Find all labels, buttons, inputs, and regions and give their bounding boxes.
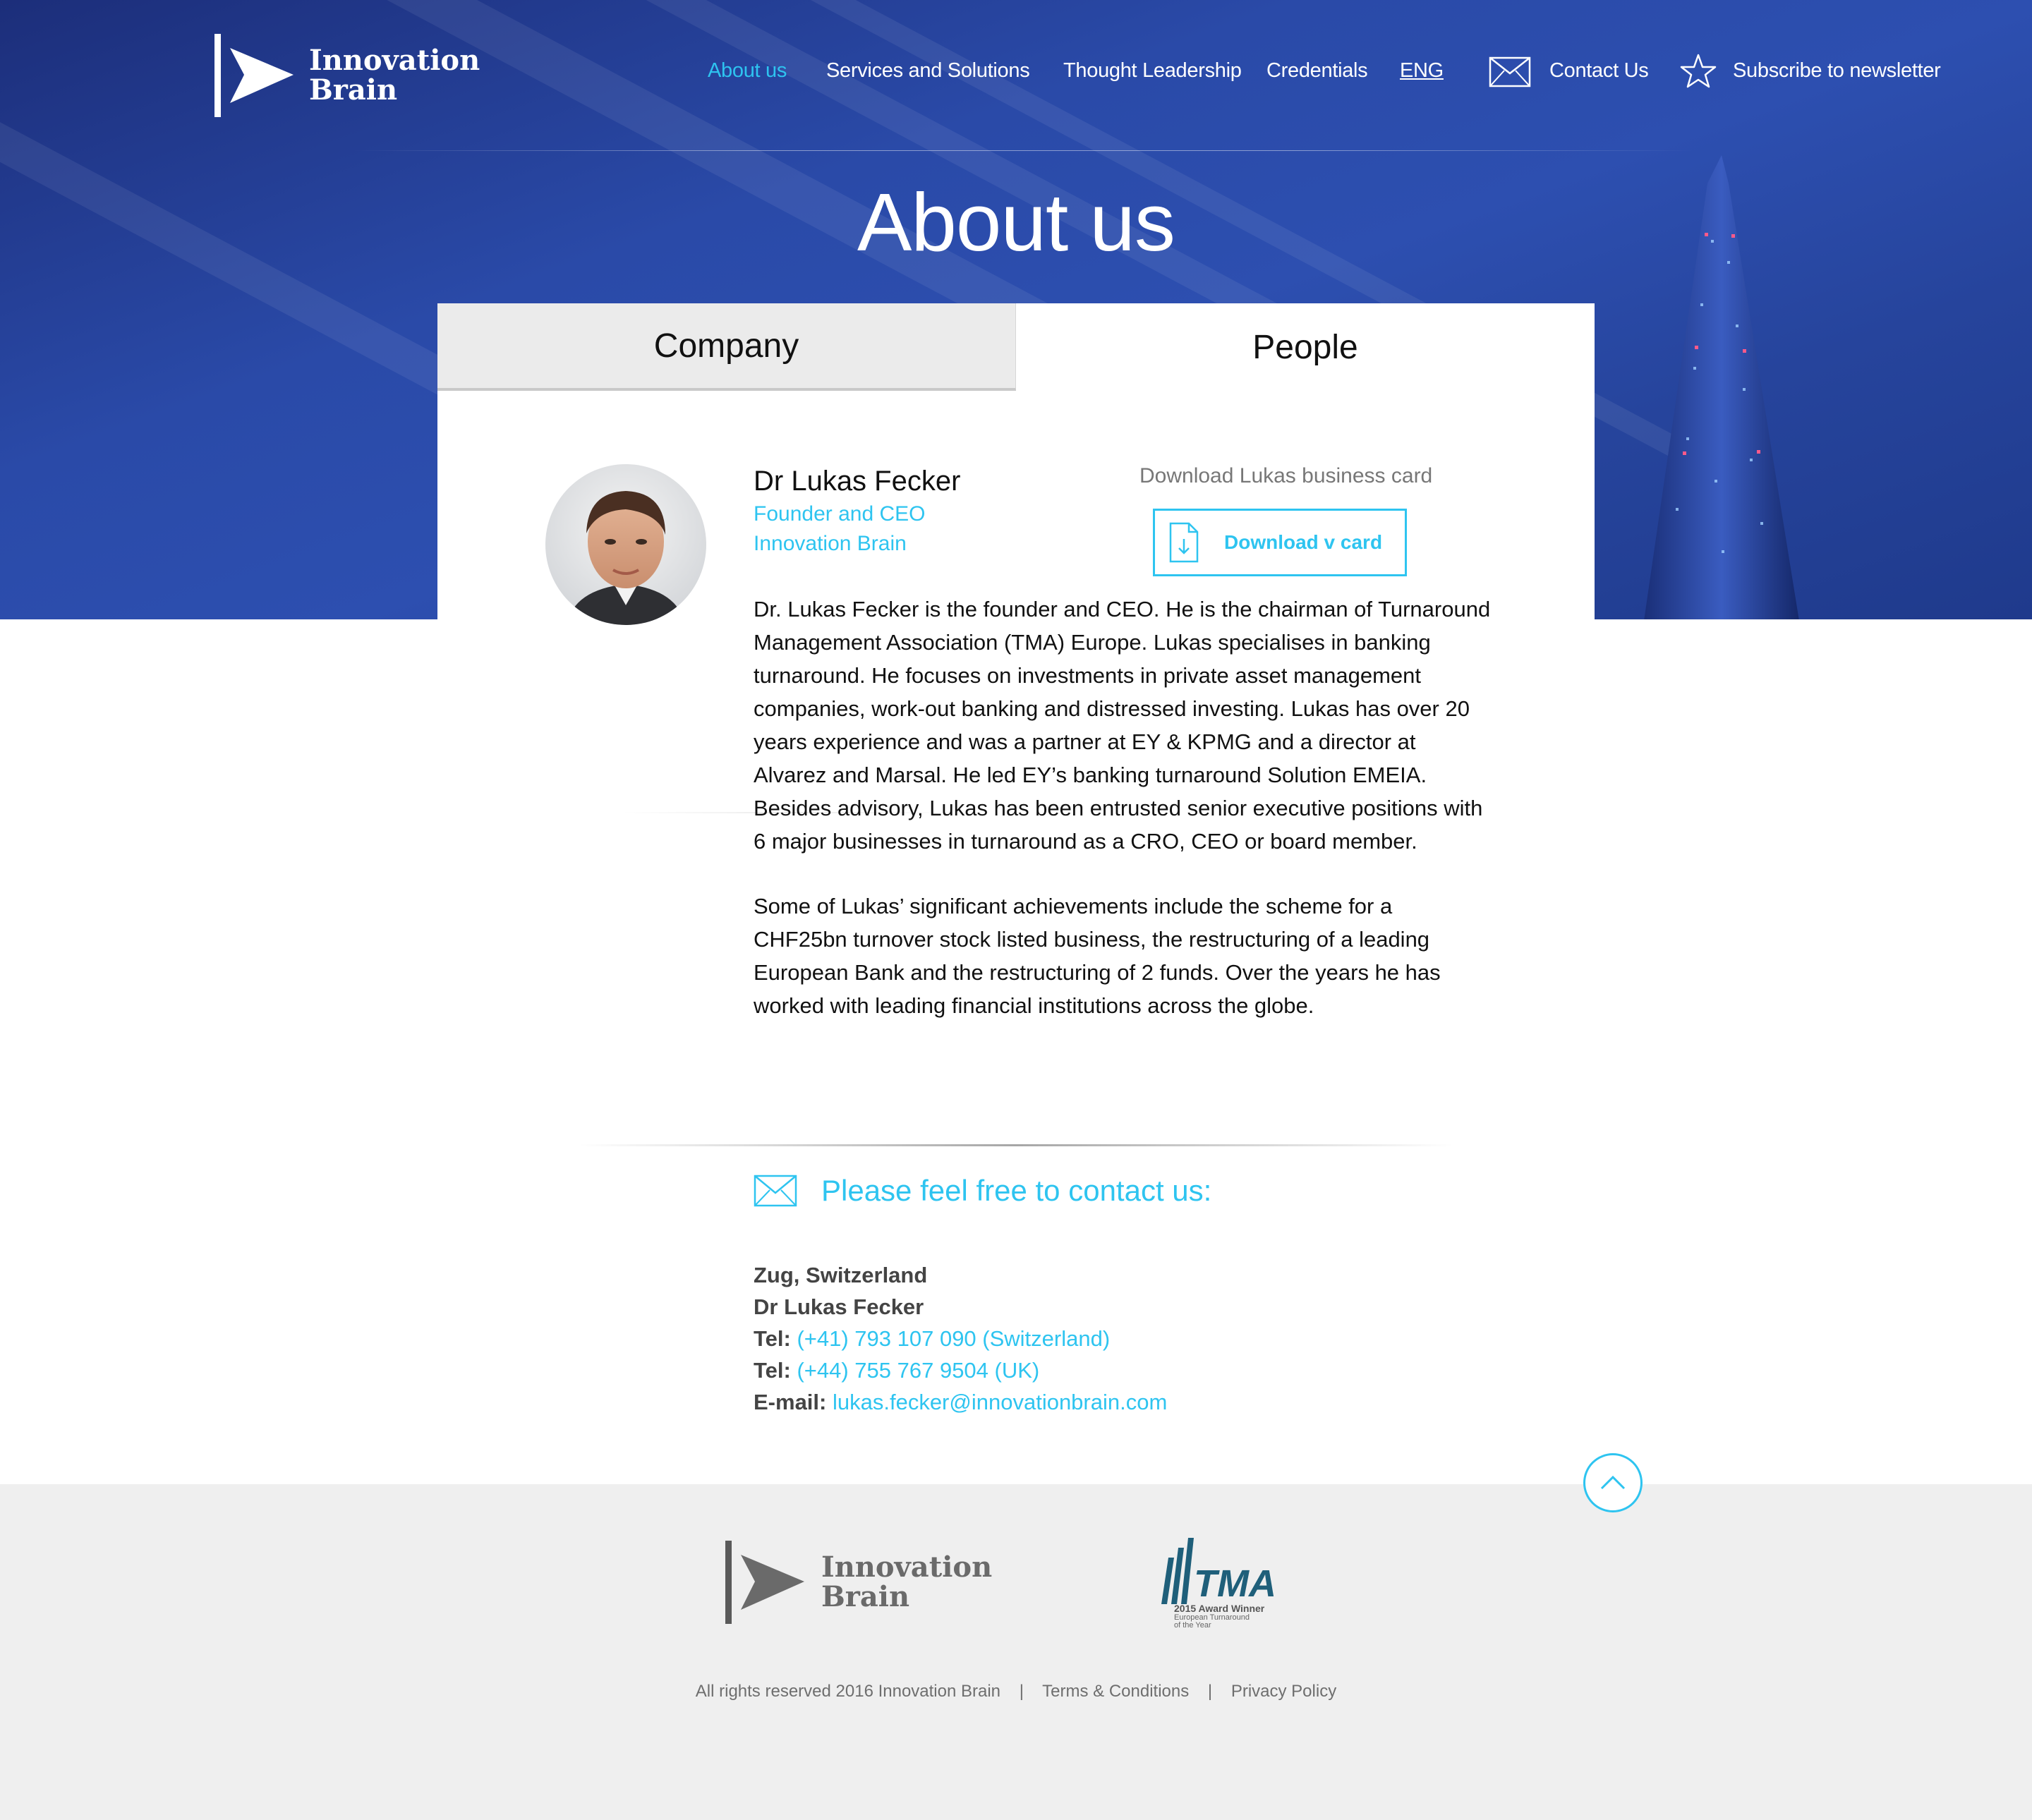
phone-switzerland-link[interactable]: (+41) 793 107 090 (Switzerland)	[797, 1326, 1110, 1351]
privacy-link[interactable]: Privacy Policy	[1231, 1682, 1336, 1701]
tma-award-text: 2015 Award Winner	[1174, 1603, 1265, 1614]
scroll-to-top-button[interactable]	[1583, 1453, 1643, 1512]
person-name: Dr Lukas Fecker	[754, 466, 961, 497]
person-bio: Dr. Lukas Fecker is the founder and CEO.…	[754, 593, 1491, 1022]
nav-divider	[353, 150, 1693, 151]
avatar	[545, 464, 706, 625]
contact-location: Zug, Switzerland	[754, 1263, 928, 1287]
nav-about-us[interactable]: About us	[708, 59, 787, 83]
tma-award-logo: TMA 2015 Award Winner European Turnaroun…	[1151, 1536, 1278, 1630]
nav-subscribe-newsletter[interactable]: Subscribe to newsletter	[1733, 59, 1941, 83]
bio-paragraph: Some of Lukas’ significant achievements …	[754, 894, 1441, 1018]
tma-award-subtext: of the Year	[1174, 1621, 1211, 1630]
nav-thought-leadership[interactable]: Thought Leadership	[1063, 59, 1242, 83]
download-vcard-button[interactable]: Download v card	[1153, 509, 1407, 576]
footer-brand-logo[interactable]: Innovation Brain	[725, 1541, 992, 1624]
section-divider	[579, 1144, 1453, 1146]
footer-separator: |	[1019, 1682, 1024, 1701]
brand-name-line2: Brain	[821, 1580, 910, 1613]
person-company: Innovation Brain	[754, 532, 907, 555]
main-nav: About us Services and Solutions Thought …	[0, 54, 2032, 88]
content-card: Company People Dr Lukas Fecker Founder a…	[437, 303, 1595, 1129]
brand-name-line1: Innovation	[821, 1551, 993, 1584]
footer-separator: |	[1207, 1682, 1213, 1701]
tma-wordmark: TMA	[1194, 1563, 1276, 1605]
email-label: E-mail:	[754, 1390, 827, 1414]
footer-legal: All rights reserved 2016 Innovation Brai…	[0, 1682, 2032, 1701]
language-selector[interactable]: ENG	[1400, 59, 1444, 83]
document-download-icon	[1169, 522, 1199, 563]
star-icon[interactable]	[1680, 54, 1717, 89]
tab-company[interactable]: Company	[437, 303, 1016, 391]
vcard-caption: Download Lukas business card	[1139, 464, 1433, 487]
bio-paragraph: Dr. Lukas Fecker is the founder and CEO.…	[754, 597, 1491, 854]
phone-uk-link[interactable]: (+44) 755 767 9504 (UK)	[797, 1358, 1039, 1383]
tel-label: Tel:	[754, 1358, 791, 1383]
email-link[interactable]: lukas.fecker@innovationbrain.com	[833, 1390, 1167, 1414]
decorative-line	[621, 812, 960, 813]
download-vcard-label: Download v card	[1224, 531, 1383, 553]
chevron-up-icon	[1600, 1475, 1626, 1490]
mail-icon[interactable]	[1489, 56, 1531, 87]
person-role: Founder and CEO	[754, 502, 926, 526]
contact-heading: Please feel free to contact us:	[754, 1174, 1211, 1208]
contact-heading-text: Please feel free to contact us:	[821, 1174, 1212, 1207]
footer	[0, 1484, 2032, 1820]
nav-credentials[interactable]: Credentials	[1266, 59, 1368, 83]
contact-details: Zug, Switzerland Dr Lukas Fecker Tel: (+…	[754, 1259, 1167, 1418]
mail-icon	[754, 1175, 797, 1207]
contact-name: Dr Lukas Fecker	[754, 1294, 924, 1319]
innovation-brain-logo-icon	[725, 1541, 804, 1624]
nav-services[interactable]: Services and Solutions	[826, 59, 1030, 83]
nav-contact-us[interactable]: Contact Us	[1549, 59, 1649, 83]
tel-label: Tel:	[754, 1326, 791, 1351]
portrait-photo	[545, 464, 706, 625]
terms-link[interactable]: Terms & Conditions	[1042, 1682, 1189, 1701]
copyright-text: All rights reserved 2016 Innovation Brai…	[695, 1682, 1001, 1701]
page-title: About us	[857, 176, 1175, 268]
tab-bar: Company People	[437, 303, 1595, 391]
tab-people[interactable]: People	[1016, 303, 1595, 391]
